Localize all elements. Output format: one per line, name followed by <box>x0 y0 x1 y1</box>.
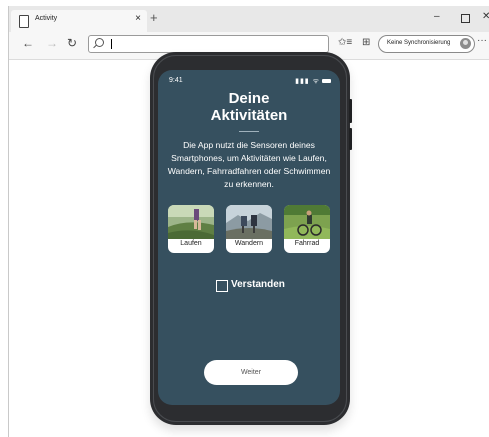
status-icons: ▮▮▮ ᯤ <box>295 77 331 86</box>
activity-card-fahrrad[interactable]: Fahrrad <box>284 205 330 253</box>
activity-label: Wandern <box>234 240 264 247</box>
reload-button[interactable]: ↻ <box>67 36 77 50</box>
tab-close-icon[interactable]: × <box>135 13 141 24</box>
battery-icon <box>322 79 331 84</box>
app-screen: 9:41 ▮▮▮ ᯤ Deine Aktivitäten Die App nut… <box>158 70 340 405</box>
back-button[interactable]: ← <box>22 36 34 50</box>
phone-side-button <box>349 99 352 123</box>
title-line: Aktivitäten <box>210 107 288 124</box>
more-menu-button[interactable]: ··· <box>477 34 487 48</box>
tab-title: Activity <box>35 15 58 22</box>
hiking-photo <box>226 205 272 239</box>
cycling-photo <box>284 205 330 239</box>
sync-label: Keine Synchronisierung <box>387 40 451 46</box>
text-cursor <box>111 39 112 49</box>
collections-button[interactable]: ⊞ <box>362 36 370 50</box>
tab-activity[interactable]: Activity × <box>11 10 147 32</box>
document-icon <box>19 15 29 28</box>
search-icon <box>95 38 104 47</box>
forward-button[interactable]: → <box>46 36 58 50</box>
activity-card-wandern[interactable]: Wandern <box>226 205 272 253</box>
running-photo <box>168 205 214 239</box>
signal-wifi-icon: ▮▮▮ ᯤ <box>295 78 320 85</box>
status-time: 9:41 <box>169 77 183 84</box>
description-text: Die App nutzt die Sensoren deines Smartp… <box>167 140 331 189</box>
favorites-button[interactable]: ✩≡ <box>338 36 352 50</box>
address-bar[interactable] <box>88 35 329 53</box>
title-line: Deine <box>228 90 270 107</box>
tab-bar: Activity × + – ✕ <box>9 6 489 32</box>
checkbox-label: Verstanden <box>231 279 285 290</box>
continue-button[interactable]: Weiter <box>204 360 298 385</box>
minimize-button[interactable]: – <box>434 10 440 24</box>
close-window-button[interactable]: ✕ <box>482 10 489 24</box>
new-tab-button[interactable]: + <box>150 10 158 26</box>
activity-label: Fahrrad <box>294 240 320 247</box>
maximize-button[interactable] <box>461 14 470 23</box>
page-title: Deine Aktivitäten <box>158 90 340 124</box>
activity-label: Laufen <box>180 240 202 247</box>
avatar-icon <box>460 38 471 49</box>
phone-side-button <box>349 128 352 150</box>
title-divider <box>239 131 259 132</box>
sync-button[interactable]: Keine Synchronisierung <box>378 35 475 53</box>
activity-card-laufen[interactable]: Laufen <box>168 205 214 253</box>
understood-checkbox[interactable] <box>216 280 228 292</box>
